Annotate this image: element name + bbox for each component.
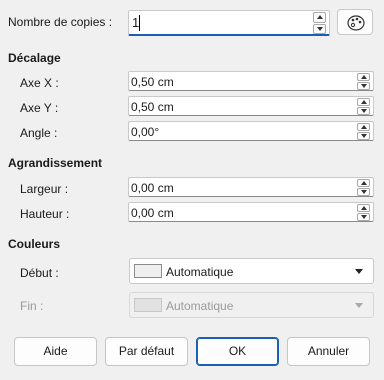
copies-stepper[interactable]	[313, 12, 326, 34]
enlargement-section-title: Agrandissement	[8, 156, 103, 170]
width-field[interactable]: 0,00 cm	[128, 177, 374, 197]
x-axis-increment-button[interactable]	[357, 73, 370, 81]
chevron-down-icon	[355, 269, 363, 274]
cancel-button[interactable]: Annuler	[287, 337, 370, 366]
copies-decrement-button[interactable]	[313, 23, 326, 34]
width-label: Largeur :	[20, 182, 69, 196]
height-field[interactable]: 0,00 cm	[128, 202, 374, 222]
angle-increment-button[interactable]	[357, 123, 370, 131]
angle-stepper[interactable]	[357, 123, 370, 140]
width-stepper[interactable]	[357, 179, 370, 196]
start-color-swatch	[134, 264, 162, 278]
x-axis-value: 0,50 cm	[131, 75, 174, 89]
angle-value: 0,00°	[131, 125, 160, 139]
end-color-dropdown: Automatique	[129, 292, 374, 318]
y-axis-label: Axe Y :	[20, 101, 59, 115]
y-axis-decrement-button[interactable]	[357, 107, 370, 115]
end-color-swatch	[134, 298, 162, 312]
copies-field[interactable]: 1	[128, 10, 330, 36]
y-axis-value: 0,50 cm	[131, 100, 174, 114]
ok-button[interactable]: OK	[196, 337, 279, 366]
offset-section-title: Décalage	[8, 51, 61, 65]
colors-section-title: Couleurs	[8, 237, 61, 251]
start-color-label: Début :	[20, 266, 59, 280]
copies-label: Nombre de copies :	[8, 15, 113, 29]
start-color-dropdown[interactable]: Automatique	[129, 258, 374, 284]
copies-increment-button[interactable]	[313, 12, 326, 23]
end-color-value: Automatique	[166, 299, 234, 313]
x-axis-label: Axe X :	[20, 76, 59, 90]
angle-decrement-button[interactable]	[357, 132, 370, 140]
text-caret	[139, 15, 140, 31]
y-axis-field[interactable]: 0,50 cm	[128, 96, 374, 116]
x-axis-field[interactable]: 0,50 cm	[128, 71, 374, 91]
height-label: Hauteur :	[20, 207, 70, 221]
chevron-down-icon	[355, 303, 363, 308]
height-value: 0,00 cm	[131, 206, 174, 220]
width-decrement-button[interactable]	[357, 188, 370, 196]
end-color-label: Fin :	[20, 299, 44, 313]
reset-default-button[interactable]: Par défaut	[105, 337, 188, 366]
width-value: 0,00 cm	[131, 181, 174, 195]
width-increment-button[interactable]	[357, 179, 370, 187]
values-from-selection-button[interactable]	[337, 9, 373, 35]
start-color-value: Automatique	[166, 265, 234, 279]
angle-label: Angle :	[20, 126, 58, 140]
height-decrement-button[interactable]	[357, 213, 370, 221]
height-stepper[interactable]	[357, 204, 370, 221]
angle-field[interactable]: 0,00°	[128, 121, 374, 141]
height-increment-button[interactable]	[357, 204, 370, 212]
palette-icon	[347, 15, 365, 31]
help-button[interactable]: Aide	[14, 337, 97, 366]
x-axis-decrement-button[interactable]	[357, 82, 370, 90]
y-axis-stepper[interactable]	[357, 98, 370, 115]
y-axis-increment-button[interactable]	[357, 98, 370, 106]
x-axis-stepper[interactable]	[357, 73, 370, 90]
